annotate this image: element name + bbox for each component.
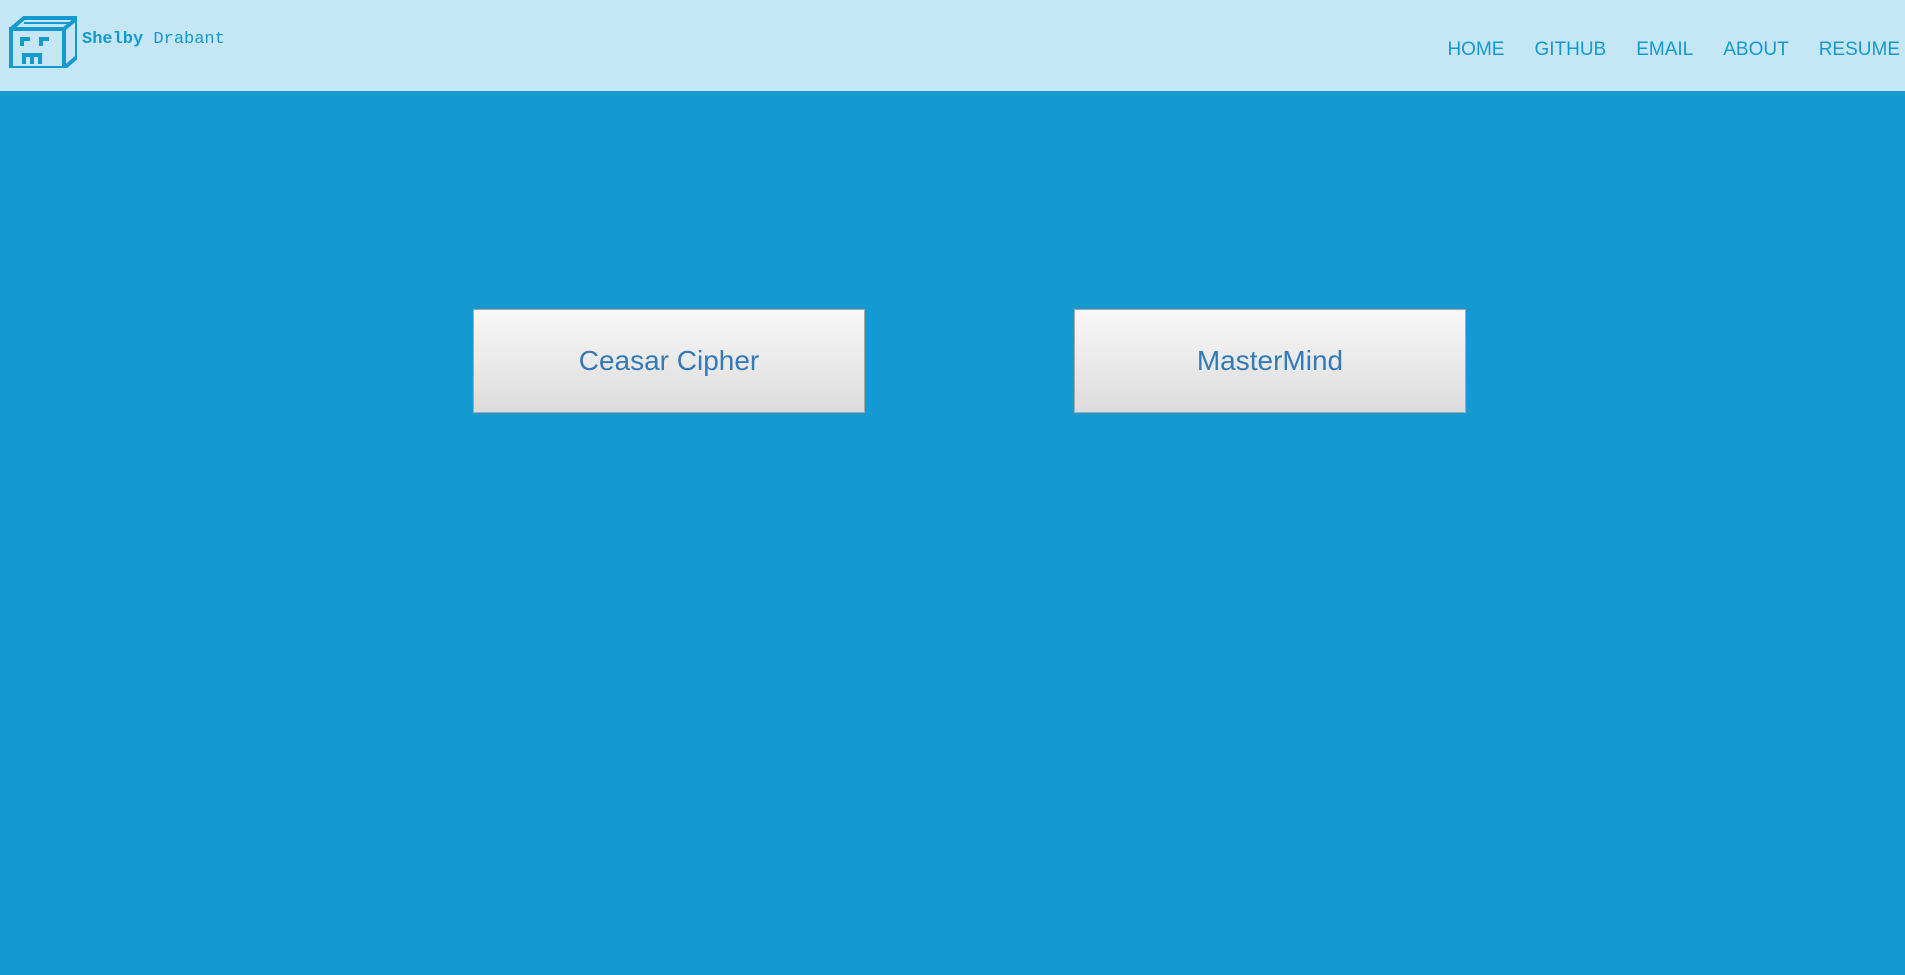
ceasar-cipher-button[interactable]: Ceasar Cipher xyxy=(473,309,865,413)
brand-first-name: Shelby xyxy=(82,30,144,49)
mastermind-button[interactable]: MasterMind xyxy=(1074,309,1466,413)
main-nav: HOME GITHUB EMAIL ABOUT RESUME xyxy=(1417,39,1905,61)
nav-about-link[interactable]: ABOUT xyxy=(1723,39,1788,61)
site-header: Shelby Drabant HOME GITHUB EMAIL ABOUT R… xyxy=(0,0,1905,91)
nav-home-link[interactable]: HOME xyxy=(1447,39,1504,61)
brand-last-name: Drabant xyxy=(153,30,225,49)
nav-resume-link[interactable]: RESUME xyxy=(1819,39,1900,61)
cube-face-logo-icon xyxy=(9,16,77,68)
nav-github-link[interactable]: GITHUB xyxy=(1534,39,1606,61)
nav-email-link[interactable]: EMAIL xyxy=(1636,39,1693,61)
brand-home-link[interactable]: Shelby Drabant xyxy=(9,16,225,68)
brand-name: Shelby Drabant xyxy=(82,30,225,49)
